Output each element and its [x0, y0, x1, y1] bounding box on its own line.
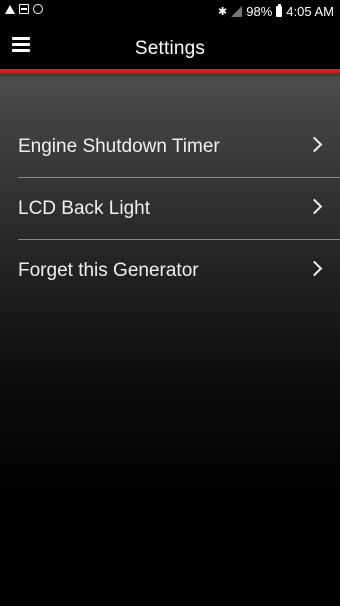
notification-box-icon [19, 4, 29, 14]
chevron-right-icon [306, 198, 323, 215]
notification-icons [5, 4, 43, 14]
settings-item-label: LCD Back Light [18, 198, 151, 219]
signal-icon [231, 6, 243, 17]
sync-icon [33, 4, 43, 14]
settings-item-forget-generator[interactable]: Forget this Generator [0, 240, 340, 302]
settings-item-label: Engine Shutdown Timer [18, 136, 220, 157]
settings-list: Engine Shutdown Timer LCD Back Light For… [0, 116, 340, 302]
settings-item-engine-shutdown-timer[interactable]: Engine Shutdown Timer [0, 116, 340, 178]
app-toolbar: Settings [0, 24, 340, 69]
chevron-right-icon [306, 260, 323, 277]
chevron-right-icon [306, 136, 323, 153]
page-title: Settings [134, 38, 206, 59]
clock: 4:05 AM [286, 4, 334, 19]
settings-item-lcd-back-light[interactable]: LCD Back Light [0, 178, 340, 240]
bluetooth-icon: ✱ [218, 5, 228, 18]
warning-icon [5, 4, 15, 14]
system-icons: ✱ 98% 4:05 AM [218, 4, 334, 19]
battery-icon [276, 4, 283, 17]
settings-content: Engine Shutdown Timer LCD Back Light For… [0, 77, 340, 606]
settings-item-label: Forget this Generator [18, 260, 199, 281]
battery-percent: 98% [246, 4, 273, 19]
status-bar: ✱ 98% 4:05 AM [0, 0, 340, 24]
app-screen: ✱ 98% 4:05 AM Settings Engine Shutdown T… [0, 0, 340, 606]
